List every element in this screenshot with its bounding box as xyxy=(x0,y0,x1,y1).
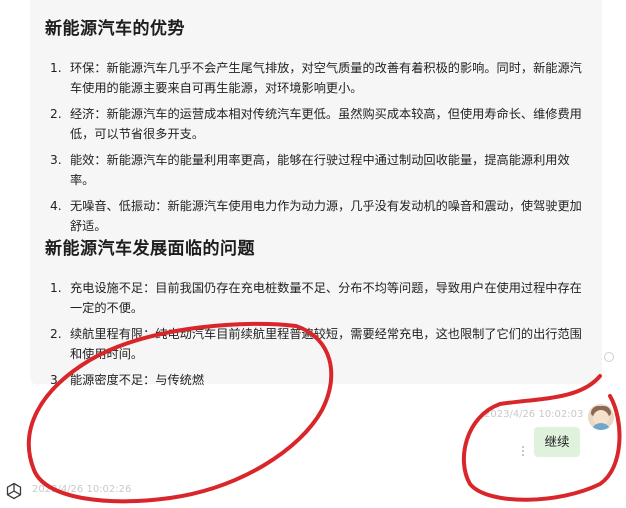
advantage-item: 2. 经济：新能源汽车的运营成本相对传统汽车更低。虽然购买成本较高，但使用寿命长、… xyxy=(50,104,590,144)
list-text: 续航里程有限：纯电动汽车目前续航里程普遍较短，需要经常充电，这也限制了它们的出行… xyxy=(70,327,582,361)
list-number: 2. xyxy=(50,327,62,341)
list-number: 1. xyxy=(50,61,62,75)
list-number: 4. xyxy=(50,199,62,213)
list-text: 环保：新能源汽车几乎不会产生尾气排放，对空气质量的改善有着积极的影响。同时，新能… xyxy=(70,61,582,95)
list-number: 1. xyxy=(50,281,62,295)
list-text: 能源密度不足：与传统燃 xyxy=(70,373,205,387)
problem-item: 1. 充电设施不足：目前我国仍存在充电桩数量不足、分布不均等问题，导致用户在使用过… xyxy=(50,278,590,318)
problems-list: 1. 充电设施不足：目前我国仍存在充电桩数量不足、分布不均等问题，导致用户在使用过… xyxy=(50,278,590,396)
advantages-list: 1. 环保：新能源汽车几乎不会产生尾气排放，对空气质量的改善有着积极的影响。同时，… xyxy=(50,58,590,242)
advantage-item: 4. 无噪音、低振动：新能源汽车使用电力作为动力源，几乎没有发动机的噪音和震动，使… xyxy=(50,196,590,236)
list-text: 充电设施不足：目前我国仍存在充电桩数量不足、分布不均等问题，导致用户在使用过程中… xyxy=(70,281,582,315)
assistant-message-timestamp: 2023/4/26 10:02:26 xyxy=(32,484,132,495)
problem-item: 2. 续航里程有限：纯电动汽车目前续航里程普遍较短，需要经常充电，这也限制了它们的… xyxy=(50,324,590,364)
list-text: 经济：新能源汽车的运营成本相对传统汽车更低。虽然购买成本较高，但使用寿命长、维修… xyxy=(70,107,582,141)
advantage-item: 3. 能效：新能源汽车的能量利用率更高，能够在行驶过程中通过制动回收能量，提高能源… xyxy=(50,150,590,190)
list-text: 能效：新能源汽车的能量利用率更高，能够在行驶过程中通过制动回收能量，提高能源利用… xyxy=(70,153,570,187)
list-number: 3. xyxy=(50,373,62,387)
more-options-icon[interactable] xyxy=(521,446,525,460)
list-number: 3. xyxy=(50,153,62,167)
list-text: 无噪音、低振动：新能源汽车使用电力作为动力源，几乎没有发动机的噪音和震动，使驾驶… xyxy=(70,199,582,233)
advantages-heading: 新能源汽车的优势 xyxy=(45,19,185,39)
openai-icon xyxy=(6,482,22,500)
problem-item: 3. 能源密度不足：与传统燃 xyxy=(50,370,590,390)
problems-heading: 新能源汽车发展面临的问题 xyxy=(45,239,255,259)
scroll-indicator[interactable] xyxy=(604,352,614,362)
user-message-timestamp: 2023/4/26 10:02:03 xyxy=(484,409,584,420)
user-message-bubble: 继续 xyxy=(534,427,580,457)
list-number: 2. xyxy=(50,107,62,121)
user-avatar xyxy=(588,404,614,430)
advantage-item: 1. 环保：新能源汽车几乎不会产生尾气排放，对空气质量的改善有着积极的影响。同时，… xyxy=(50,58,590,98)
